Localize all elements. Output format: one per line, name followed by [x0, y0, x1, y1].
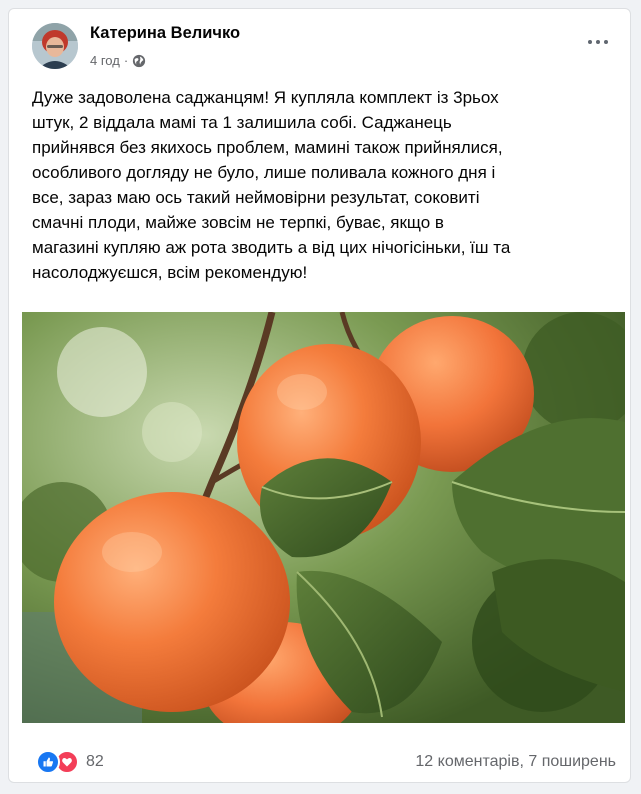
- post-footer: 82 12 коментарів, 7 поширень: [9, 733, 630, 782]
- engagement-stats: 12 коментарів, 7 поширень: [415, 753, 616, 771]
- author-avatar[interactable]: [32, 23, 78, 69]
- post-photo[interactable]: [22, 312, 625, 723]
- post-meta: 4 год ·: [90, 53, 146, 68]
- post-time[interactable]: 4 год: [90, 53, 120, 68]
- post-header: Катерина Величко 4 год ·: [9, 9, 630, 81]
- comments-count[interactable]: 12 коментарів: [415, 753, 519, 770]
- globe-icon[interactable]: [132, 54, 146, 68]
- stats-separator: ,: [519, 753, 529, 770]
- reactions-summary[interactable]: 82: [36, 750, 104, 774]
- meta-separator: ·: [123, 53, 129, 68]
- post-card: Катерина Величко 4 год · Дуже задоволена…: [8, 8, 631, 783]
- avatar-image: [32, 23, 78, 69]
- author-name[interactable]: Катерина Величко: [90, 24, 240, 43]
- persimmons-image: [22, 312, 625, 723]
- post-text: Дуже задоволена саджанцям! Я купляла ком…: [32, 88, 511, 282]
- like-icon: [36, 750, 60, 774]
- more-dots-icon[interactable]: [584, 35, 612, 49]
- shares-count[interactable]: 7 поширень: [528, 753, 616, 770]
- reaction-count: 82: [86, 753, 104, 770]
